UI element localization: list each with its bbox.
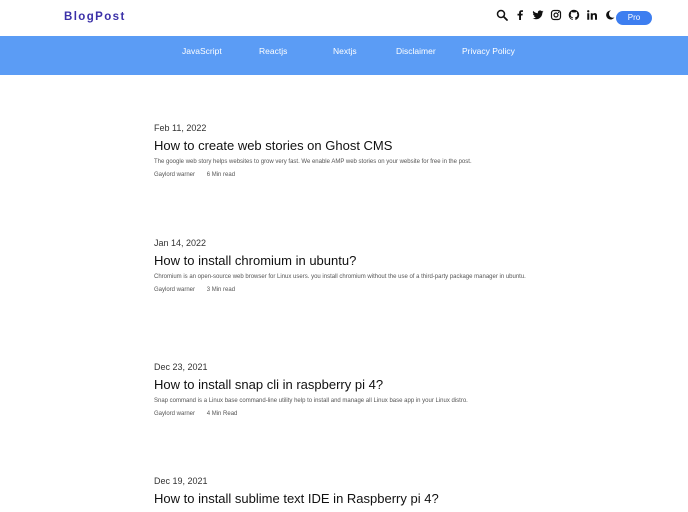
post-title[interactable]: How to create web stories on Ghost CMS — [154, 138, 544, 154]
post-card: Dec 19, 2021 How to install sublime text… — [154, 476, 544, 507]
post-date: Dec 23, 2021 — [154, 362, 208, 372]
site-header: BlogPost Pro — [0, 0, 688, 36]
post-card: Jan 14, 2022 How to install chromium in … — [154, 238, 544, 294]
post-excerpt: The google web story helps websites to g… — [154, 159, 472, 165]
moon-icon[interactable] — [604, 9, 616, 21]
main-nav: JavaScript Reactjs Nextjs Disclaimer Pri… — [0, 36, 688, 75]
post-read-time: 3 Min read — [206, 287, 236, 293]
post-excerpt: Snap command is a Linux base command-lin… — [154, 398, 468, 404]
post-meta: Gaylord warner 4 Min Read — [154, 410, 544, 418]
post-author[interactable]: Gaylord warner — [154, 410, 195, 418]
twitter-icon[interactable] — [532, 9, 544, 21]
post-card: Dec 23, 2021 How to install snap cli in … — [154, 362, 544, 418]
post-meta: Gaylord warner 3 Min read — [154, 286, 544, 294]
post-read-time: 4 Min Read — [206, 411, 238, 417]
nav-item-disclaimer[interactable]: Disclaimer — [396, 46, 436, 56]
post-author[interactable]: Gaylord warner — [154, 171, 195, 179]
post-meta: Gaylord warner 6 Min read — [154, 171, 544, 179]
header-icons — [496, 9, 622, 21]
nav-item-javascript[interactable]: JavaScript — [182, 46, 222, 56]
post-read-time: 6 Min read — [206, 172, 236, 178]
nav-item-reactjs[interactable]: Reactjs — [259, 46, 287, 56]
nav-item-nextjs[interactable]: Nextjs — [333, 46, 357, 56]
search-icon[interactable] — [496, 9, 508, 21]
post-date: Dec 19, 2021 — [154, 476, 208, 486]
nav-item-privacy-policy[interactable]: Privacy Policy — [462, 46, 515, 56]
post-title[interactable]: How to install chromium in ubuntu? — [154, 253, 544, 269]
post-author[interactable]: Gaylord warner — [154, 286, 195, 294]
linkedin-icon[interactable] — [586, 9, 598, 21]
post-card: Feb 11, 2022 How to create web stories o… — [154, 123, 544, 179]
facebook-icon[interactable] — [514, 9, 526, 21]
pro-button[interactable]: Pro — [616, 11, 652, 25]
post-date: Jan 14, 2022 — [154, 238, 207, 248]
post-title[interactable]: How to install snap cli in raspberry pi … — [154, 377, 544, 393]
post-title[interactable]: How to install sublime text IDE in Raspb… — [154, 491, 544, 507]
site-logo[interactable]: BlogPost — [64, 11, 126, 23]
instagram-icon[interactable] — [550, 9, 562, 21]
post-date: Feb 11, 2022 — [154, 123, 207, 133]
github-icon[interactable] — [568, 9, 580, 21]
post-excerpt: Chromium is an open-source web browser f… — [154, 274, 526, 280]
